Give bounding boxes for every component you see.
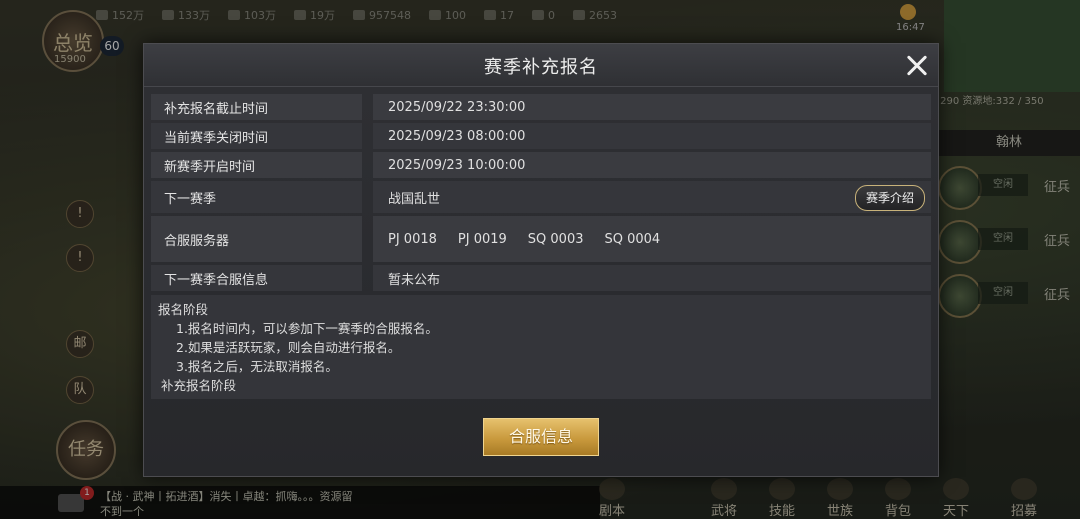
info-row-merge-info: 下一赛季合服信息 暂未公布 (151, 265, 931, 291)
row-value: 暂未公布 (373, 265, 931, 291)
signup-rules: 报名阶段 1.报名时间内，可以参加下一赛季的合服报名。 2.如果是活跃玩家，则会… (151, 295, 931, 399)
rule-item: 1.报名时间内，可以参加下一赛季的合服报名。 (176, 321, 438, 336)
row-value: 2025/09/23 10:00:00 (373, 152, 931, 178)
server-id: PJ 0018 (388, 231, 437, 247)
info-row-season-open: 新赛季开启时间 2025/09/23 10:00:00 (151, 152, 931, 178)
row-value: 2025/09/23 08:00:00 (373, 123, 931, 149)
row-label: 新赛季开启时间 (151, 152, 362, 178)
season-signup-dialog: 赛季补充报名 补充报名截止时间 2025/09/22 23:30:00 当前赛季… (143, 43, 939, 477)
rule-item: 2.如果是活跃玩家，则会自动进行报名。 (176, 340, 401, 355)
info-row-next-season: 下一赛季 战国乱世 赛季介绍 (151, 181, 931, 213)
server-id: SQ 0003 (527, 231, 584, 247)
rules-footer: 补充报名阶段 (161, 378, 237, 393)
row-value: 战国乱世 赛季介绍 (373, 181, 931, 213)
season-intro-button[interactable]: 赛季介绍 (855, 185, 925, 211)
info-row-season-close: 当前赛季关闭时间 2025/09/23 08:00:00 (151, 123, 931, 149)
next-season-name: 战国乱世 (388, 191, 441, 207)
row-label: 当前赛季关闭时间 (151, 123, 362, 149)
merge-info-button[interactable]: 合服信息 (483, 418, 599, 456)
info-row-signup-deadline: 补充报名截止时间 2025/09/22 23:30:00 (151, 94, 931, 120)
server-id: PJ 0019 (457, 231, 507, 247)
rule-item: 3.报名之后，无法取消报名。 (176, 359, 338, 374)
row-label: 下一赛季合服信息 (151, 265, 362, 291)
dialog-title: 赛季补充报名 (484, 57, 598, 78)
close-icon[interactable] (902, 50, 932, 80)
row-label: 合服服务器 (151, 216, 362, 262)
server-list: PJ 0018 PJ 0019 SQ 0003 SQ 0004 (373, 216, 931, 262)
rules-heading: 报名阶段 (158, 302, 209, 317)
dialog-header: 赛季补充报名 (144, 44, 938, 87)
info-row-merge-servers: 合服服务器 PJ 0018 PJ 0019 SQ 0003 SQ 0004 (151, 216, 931, 262)
server-id: SQ 0004 (604, 231, 661, 247)
row-label: 补充报名截止时间 (151, 94, 362, 120)
row-label: 下一赛季 (151, 181, 362, 213)
row-value: 2025/09/22 23:30:00 (373, 94, 931, 120)
